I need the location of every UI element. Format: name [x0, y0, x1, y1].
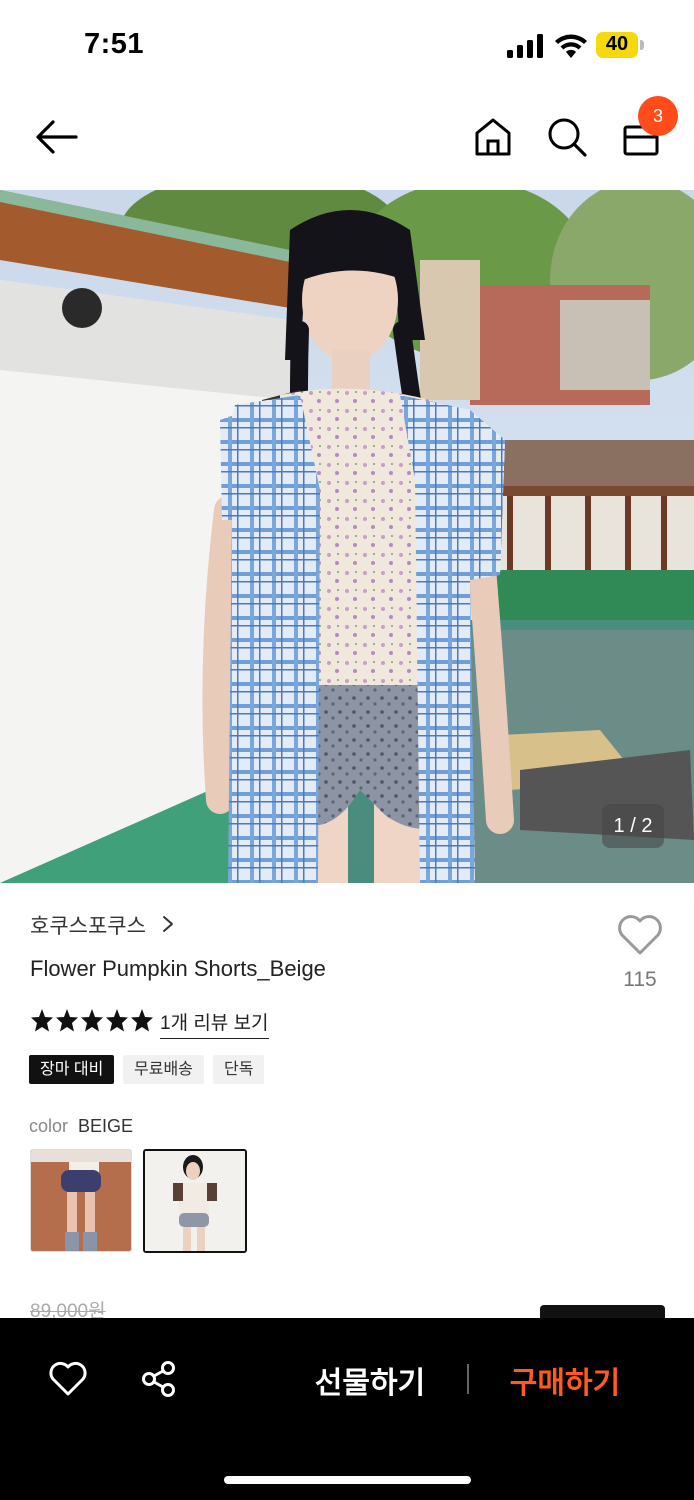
color-selector-label: color BEIGE [29, 1116, 133, 1137]
button-divider [467, 1364, 469, 1394]
tag-rainy-season: 장마 대비 [29, 1055, 115, 1084]
chevron-right-icon [162, 916, 173, 932]
back-arrow-icon[interactable] [34, 118, 80, 156]
status-bar: 7:51 40 [0, 0, 694, 92]
color-value: BEIGE [78, 1116, 134, 1136]
review-link[interactable]: 1개 리뷰 보기 [160, 1008, 269, 1039]
home-indicator[interactable] [224, 1476, 471, 1484]
search-icon[interactable] [546, 116, 588, 158]
star-rating-icon [31, 1009, 153, 1032]
product-hero-image[interactable] [0, 190, 694, 883]
bottom-action-bar [0, 1318, 694, 1500]
tag-free-shipping: 무료배송 [123, 1055, 204, 1084]
image-page-counter: 1 / 2 [602, 804, 664, 848]
wifi-icon [555, 34, 587, 58]
cellular-signal-icon [507, 34, 543, 58]
gift-button[interactable]: 선물하기 [290, 1358, 450, 1402]
product-photo [0, 190, 694, 883]
color-label: color [29, 1116, 69, 1136]
wishlist-heart-icon[interactable] [612, 914, 668, 956]
product-title: Flower Pumpkin Shorts_Beige [30, 956, 326, 981]
brand-name: 호쿠스포쿠스 [30, 915, 146, 938]
floating-panel-edge [540, 1305, 665, 1319]
battery-level: 40 [605, 33, 629, 55]
thumbnail-image [31, 1150, 131, 1251]
battery-icon: 40 [596, 32, 646, 58]
status-time: 7:51 [84, 28, 145, 60]
wishlist-count: 115 [623, 968, 657, 991]
share-icon[interactable] [140, 1360, 178, 1398]
tag-exclusive: 단독 [213, 1055, 265, 1084]
wishlist-heart-icon[interactable] [48, 1361, 88, 1397]
color-option-thumbnail[interactable] [30, 1149, 132, 1252]
color-option-thumbnail-selected[interactable] [143, 1149, 247, 1253]
home-icon[interactable] [474, 117, 512, 157]
buy-button[interactable]: 구매하기 [490, 1358, 640, 1402]
brand-link[interactable]: 호쿠스포쿠스 [30, 910, 174, 940]
thumbnail-image [145, 1151, 245, 1251]
top-nav-bar [0, 92, 694, 190]
cart-count-badge[interactable]: 3 [638, 96, 678, 136]
